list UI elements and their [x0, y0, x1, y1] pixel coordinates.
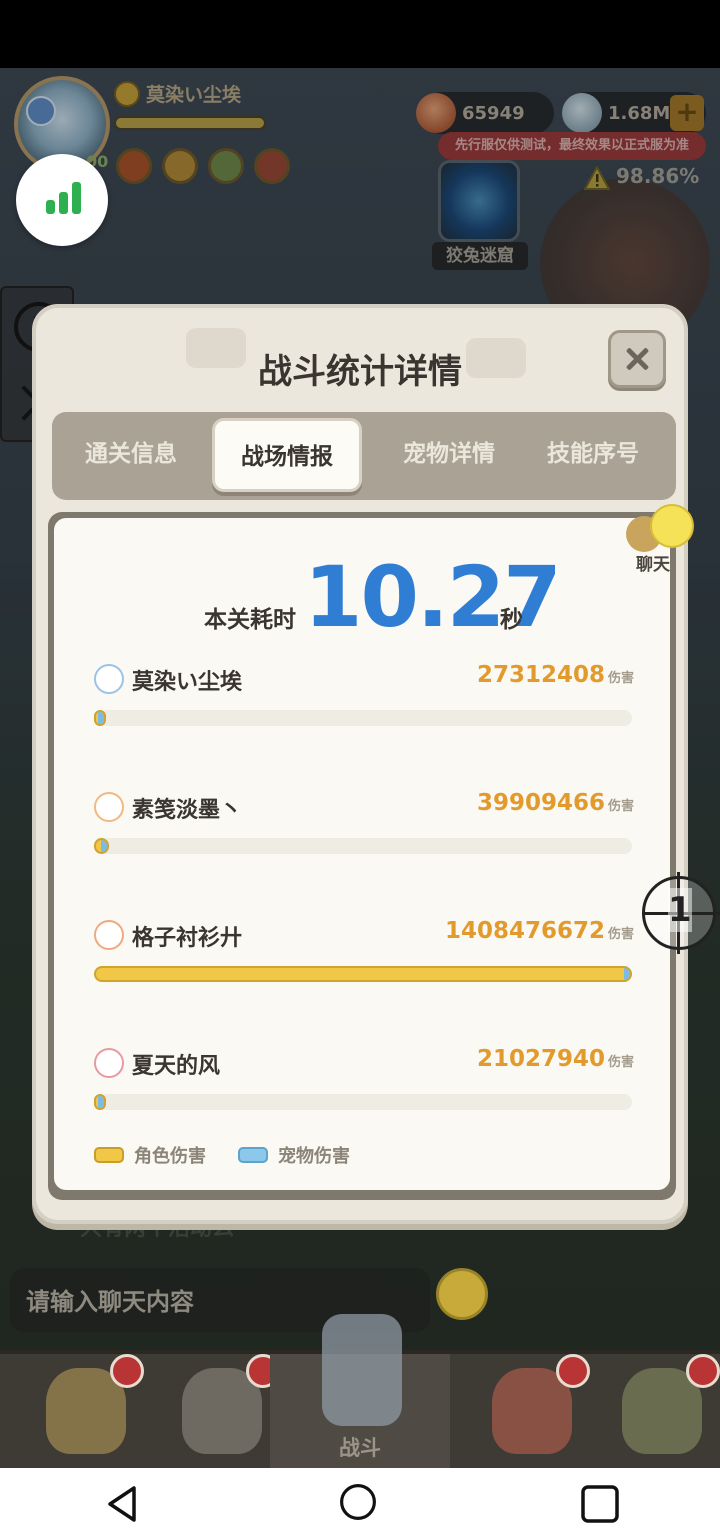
- damage-bar: [94, 838, 632, 854]
- nav-character-1[interactable]: [24, 1354, 144, 1468]
- side-marker-number: 1: [668, 888, 692, 932]
- damage-value: 39909466 伤害: [476, 790, 634, 816]
- tab-clear-info[interactable]: 通关信息: [56, 412, 206, 500]
- legend-label-role: 角色伤害: [134, 1146, 206, 1167]
- content-panel: 本关耗时 10.27 秒 莫染い尘埃 27312408 伤害 素笺淡墨丶 3990…: [48, 512, 676, 1200]
- player-row: 素笺淡墨丶 39909466 伤害: [94, 790, 634, 870]
- nav-character-5[interactable]: [600, 1354, 720, 1468]
- player-name: 莫染い尘埃: [132, 670, 243, 695]
- time-unit: 秒: [500, 607, 523, 633]
- notification-badge-icon: [686, 1354, 720, 1388]
- legend: 角色伤害 宠物伤害: [94, 1142, 350, 1168]
- legend-swatch-pet: [238, 1147, 268, 1163]
- nav-battle[interactable]: 战斗: [270, 1314, 450, 1468]
- android-nav-bar: [0, 1468, 720, 1540]
- class-flame-icon: [94, 920, 124, 950]
- nav-character-2[interactable]: [160, 1354, 280, 1468]
- class-orange-icon: [94, 792, 124, 822]
- player-name: 素笺淡墨丶: [132, 798, 243, 823]
- notification-badge-icon: [556, 1354, 590, 1388]
- legend-swatch-role: [94, 1147, 124, 1163]
- close-button[interactable]: [608, 330, 666, 388]
- damage-value: 1408476672 伤害: [444, 918, 634, 944]
- side-marker[interactable]: 1: [642, 872, 720, 954]
- time-label: 本关耗时: [204, 607, 296, 633]
- tab-bar: 通关信息 战场情报 宠物详情 技能序号: [52, 412, 676, 500]
- chat-button-label: 聊天: [636, 555, 670, 575]
- player-row: 夏天的风 21027940 伤害: [94, 1046, 634, 1126]
- damage-bar: [94, 966, 632, 982]
- damage-value: 21027940 伤害: [476, 1046, 634, 1072]
- tab-pet-details[interactable]: 宠物详情: [374, 412, 524, 500]
- tab-battle-intel[interactable]: 战场情报: [212, 418, 362, 492]
- status-bar: [0, 0, 720, 68]
- chat-button[interactable]: 聊天: [622, 504, 702, 576]
- class-red-icon: [94, 1048, 124, 1078]
- time-row: 本关耗时 10.27 秒: [54, 548, 670, 646]
- signal-strength-icon[interactable]: [16, 154, 108, 246]
- player-row: 莫染い尘埃 27312408 伤害: [94, 662, 634, 742]
- bottom-nav: 战斗: [0, 1314, 720, 1468]
- player-row: 格子衬衫廾 1408476672 伤害: [94, 918, 634, 998]
- player-name: 夏天的风: [132, 1054, 221, 1079]
- modal-title: 战斗统计详情: [258, 352, 462, 392]
- notification-badge-icon: [110, 1354, 144, 1388]
- sword-icon: [322, 1314, 402, 1426]
- player-name: 格子衬衫廾: [132, 926, 243, 951]
- damage-value: 27312408 伤害: [476, 662, 634, 688]
- chat-input-placeholder: 请输入聊天内容: [26, 1288, 194, 1316]
- nav-battle-label: 战斗: [339, 1436, 381, 1460]
- smiley-icon: [650, 504, 694, 548]
- damage-bar: [94, 710, 632, 726]
- emoji-button[interactable]: [436, 1268, 488, 1320]
- back-icon[interactable]: [104, 1484, 144, 1524]
- recent-apps-icon[interactable]: [580, 1484, 620, 1524]
- class-blue-icon: [94, 664, 124, 694]
- battle-stats-modal: 战斗统计详情 通关信息 战场情报 宠物详情 技能序号 本关耗时 10.27 秒 …: [32, 304, 688, 1224]
- legend-label-pet: 宠物伤害: [278, 1146, 350, 1167]
- tab-skill-order[interactable]: 技能序号: [518, 412, 668, 500]
- damage-bar: [94, 1094, 632, 1110]
- nav-character-4[interactable]: [470, 1354, 590, 1468]
- home-icon[interactable]: [338, 1482, 382, 1526]
- content-inner: 本关耗时 10.27 秒 莫染い尘埃 27312408 伤害 素笺淡墨丶 3990…: [54, 518, 670, 1190]
